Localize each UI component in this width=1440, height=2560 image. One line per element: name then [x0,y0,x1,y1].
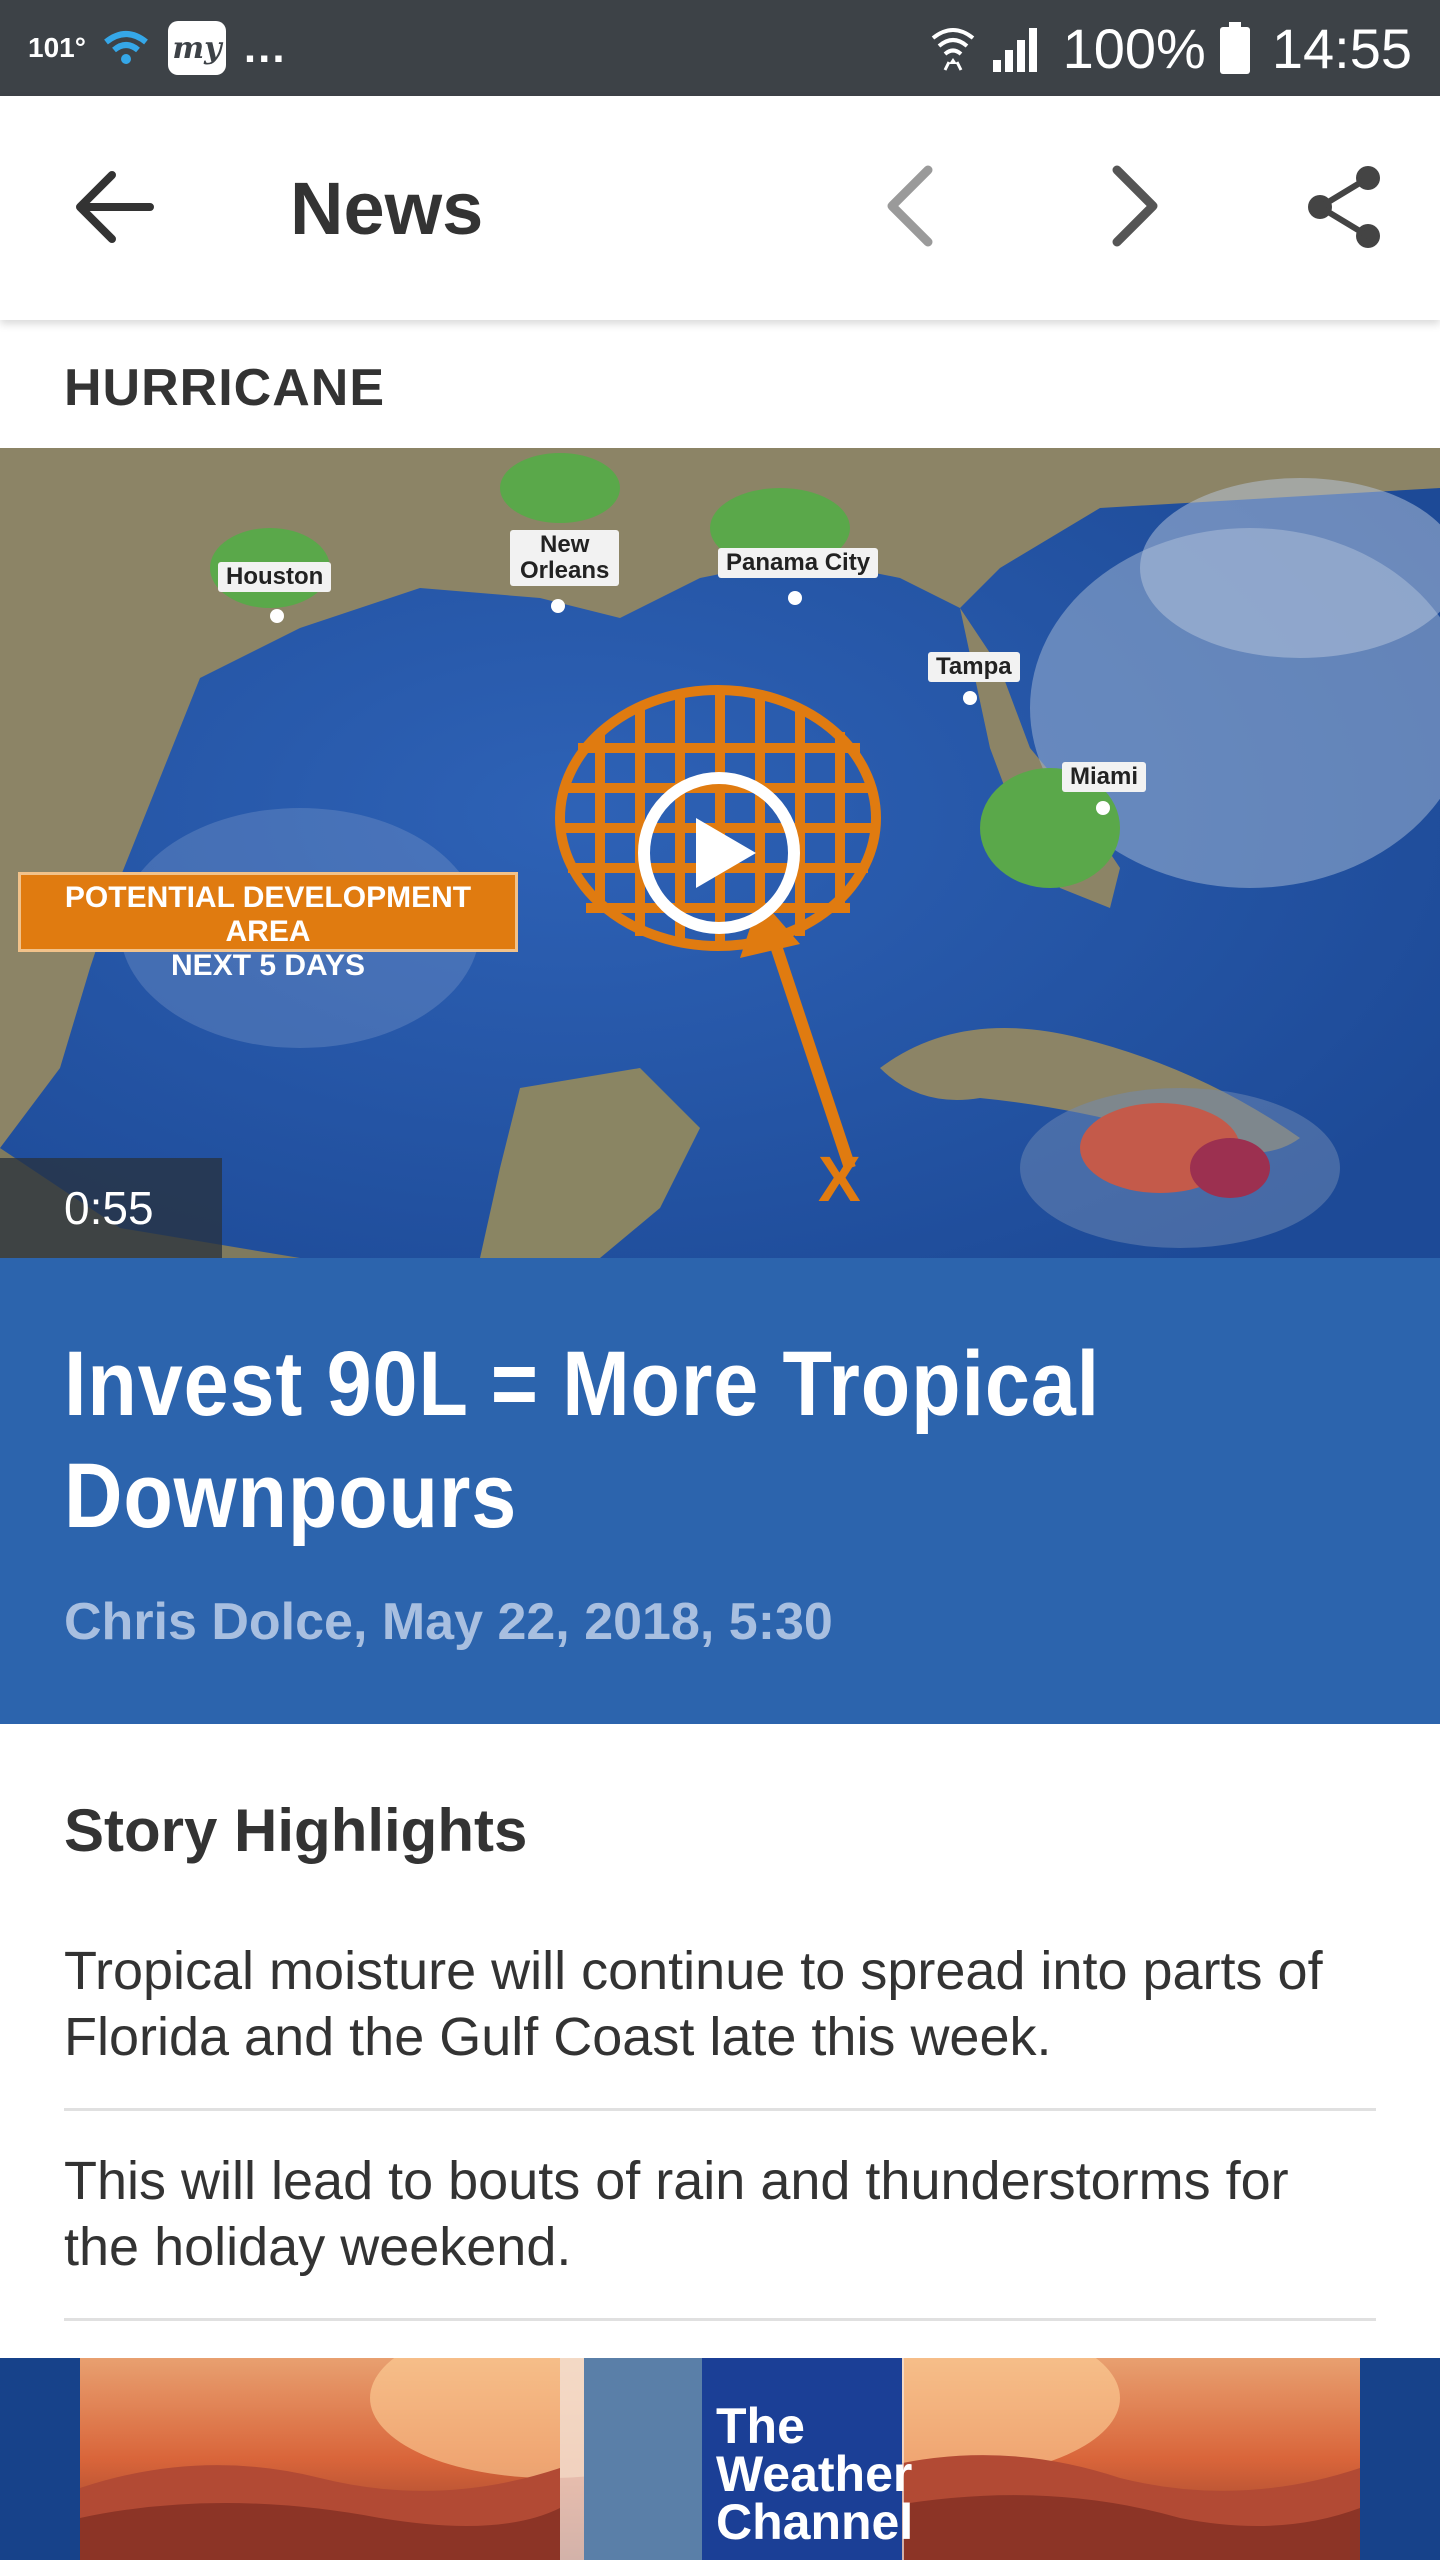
video-player[interactable]: Houston New Orleans Panama City Tampa Mi… [0,448,1440,1258]
status-bar: 101° my ... 100% 14:55 [0,0,1440,96]
temperature-indicator: 101° [28,32,86,63]
logo-line2: Weather [716,2446,913,2502]
logo-line1: The [716,2398,805,2454]
highlight-divider [64,2318,1376,2321]
wifi-icon [104,31,148,64]
highlight-item: This will lead to bouts of rain and thun… [64,2151,1289,2277]
city-label-tampa: Tampa [928,652,1020,682]
my-app-icon: my [167,21,226,75]
city-label-panama-city: Panama City [718,548,879,578]
battery-icon [1219,22,1250,74]
headline-block: Invest 90L = More Tropical Downpours Chr… [0,1258,1440,1724]
city-label-miami: Miami [1062,762,1147,792]
city-label-new-orleans-line2: Orleans [520,557,610,584]
battery-percent: 100% [1062,16,1206,80]
app-bar: News [0,96,1440,320]
weather-channel-logo: The Weather Channel [702,2358,914,2560]
previous-article-icon[interactable] [860,156,960,256]
clock: 14:55 [1271,16,1412,80]
development-area-label-line2: NEXT 5 DAYS [171,949,365,982]
status-left: 101° my ... [28,21,287,75]
ad-image: The Weather Channel [80,2358,1360,2560]
highlight-divider [64,2108,1376,2111]
advertisement-banner[interactable]: The Weather Channel [0,2358,1440,2560]
back-arrow-icon[interactable] [70,162,160,252]
city-label-houston: Houston [218,562,332,592]
article-headline: Invest 90L = More Tropical Downpours [64,1333,1101,1547]
status-right: 100% 14:55 [915,16,1412,81]
development-area-label: POTENTIAL DEVELOPMENT AREA NEXT 5 DAYS [18,872,518,982]
wifi-signal-icon [931,28,974,71]
article-byline: Chris Dolce, May 22, 2018, 5:30 [64,1593,833,1651]
article-category: HURRICANE [64,359,385,417]
storm-origin-marker: X [818,1143,861,1215]
video-duration: 0:55 [0,1158,222,1258]
logo-line3: Channel [716,2494,914,2550]
page-title: News [290,167,484,250]
more-notifications-icon: ... [243,23,287,72]
highlight-item: Tropical moisture will continue to sprea… [64,1941,1323,2067]
next-article-icon[interactable] [1085,156,1185,256]
play-button[interactable] [638,772,800,934]
city-label-new-orleans-line1: New [540,531,590,558]
cell-signal-icon [992,28,1037,72]
city-label-new-orleans: New Orleans [510,530,620,586]
play-icon [696,818,756,888]
story-highlights-title: Story Highlights [64,1797,528,1864]
development-area-label-line1: POTENTIAL DEVELOPMENT AREA [64,881,472,948]
share-icon[interactable] [1300,162,1390,252]
